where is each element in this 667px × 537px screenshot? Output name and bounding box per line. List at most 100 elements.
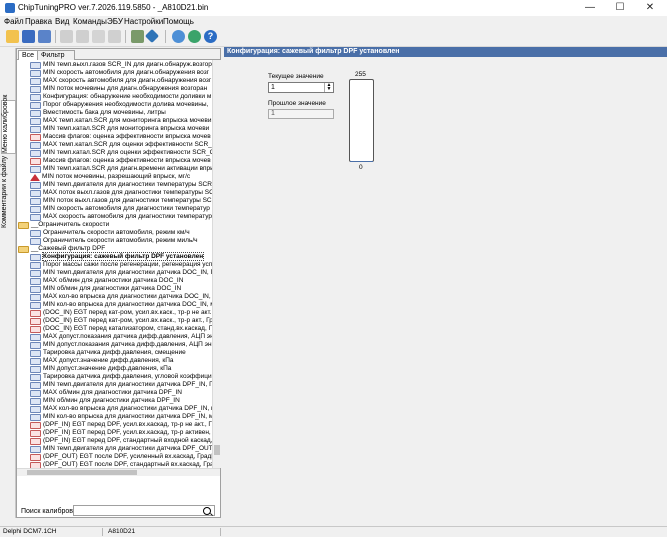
tree-item-label: MAX кол-во впрыска для диагностики датчи… [43, 405, 212, 412]
undo-icon[interactable] [60, 30, 73, 43]
tree-item[interactable]: MAX скорость автомобиля для диагностики … [30, 213, 212, 221]
tree-item[interactable]: (DPF_OUT) EGT после DPF, усиленный вх.ка… [30, 453, 212, 461]
tree-item[interactable]: Порог обнаружения необходимости долива м… [30, 101, 208, 109]
scrollbar-thumb[interactable] [214, 445, 220, 455]
tree-item[interactable]: (DOC_IN) EGT перед кат-ром, усил.вх.каск… [30, 309, 212, 317]
numeric-param-icon [30, 406, 41, 413]
refresh-icon[interactable] [188, 30, 201, 43]
tree-item[interactable]: MIN скорость автомобиля для диагн.обнару… [30, 69, 209, 77]
tree-item[interactable]: MIN темп.двигателя для диагностики темпе… [30, 181, 212, 189]
tree-item[interactable]: MIN темп.выхл.газов SCR_IN для диагн.обн… [30, 61, 212, 69]
tree-item[interactable]: Порог массы сажи после регенерации, реге… [30, 261, 212, 269]
tree-item[interactable]: MIN темп.катал.SCR для мониторинга впрыс… [30, 125, 209, 133]
tree-item[interactable]: MIN темп.катал.SCR для диагн.времени акт… [30, 165, 212, 173]
previous-value-field: 1 [268, 109, 334, 119]
tab-all[interactable]: Все [18, 50, 38, 60]
menu-help[interactable]: Помощь [163, 16, 194, 27]
tree-item[interactable]: (DPF_IN) EGT перед DPF, усил.вх.каскад, … [30, 421, 212, 429]
close-button[interactable]: ✕ [635, 0, 665, 16]
tab-filter[interactable]: Фильтр [37, 50, 75, 60]
menu-commands[interactable]: Команды [73, 16, 107, 27]
tree-item[interactable]: (DPF_OUT) EGT после DPF, стандартный вх.… [30, 461, 212, 468]
tree-folder[interactable]: __Ограничитель скорости [18, 221, 109, 229]
tree-item[interactable]: Ограничитель скорости автомобиля, режим … [30, 229, 190, 237]
tree-item[interactable]: MIN поток мочевины для диагн.обнаружения… [30, 85, 207, 93]
menu-edit[interactable]: Правка [25, 16, 52, 27]
tree-item[interactable]: (DOC_IN) EGT перед катализатором, станд.… [30, 325, 212, 333]
tree-item[interactable]: MIN темп.двигателя для диагностики датчи… [30, 269, 212, 277]
tree-item[interactable]: MIN поток выхл.газов для диагностики тем… [30, 197, 212, 205]
tree-item[interactable]: MAX темп.катал.SCR для мониторинга впрыс… [30, 117, 211, 125]
maximize-button[interactable]: ☐ [605, 0, 635, 16]
tree-item[interactable]: MIN поток мочевины, разрешающий впрыск, … [30, 173, 190, 181]
help-icon[interactable]: ? [204, 30, 217, 43]
tree-item-label: (DPF_OUT) EGT после DPF, усиленный вх.ка… [43, 453, 212, 460]
tree-item[interactable]: MIN об/мин для диагностики датчика DOC_I… [30, 285, 181, 293]
tree-item[interactable]: MIN темп.двигателя для диагностики датчи… [30, 445, 212, 453]
tree-item[interactable]: Конфигурация: сажевый фильтр DPF установ… [30, 253, 203, 261]
tree-item[interactable]: MAX скорость автомобиля для диагн.обнару… [30, 77, 211, 85]
side-tab-strip: Меню калибровок Комментарии к файлу [0, 48, 16, 518]
open-folder-icon[interactable] [6, 30, 19, 43]
tree-item-label: MIN темп.катал.SCR для оценки эффективно… [43, 149, 212, 156]
calibration-tree[interactable]: MIN темп.выхл.газов SCR_IN для диагн.обн… [17, 60, 212, 468]
tree-item[interactable]: Массив флагов: оценка эффективности впры… [30, 157, 211, 165]
tree-item[interactable]: MIN скорость автомобиля для диагностики … [30, 205, 210, 213]
tree-item[interactable]: MAX кол-во впрыска для диагностики датчи… [30, 293, 212, 301]
tree-item[interactable]: MAX об/мин для диагностики датчика DOC_I… [30, 277, 183, 285]
tree-item[interactable]: (DPF_IN) EGT перед DPF, стандартный вход… [30, 437, 212, 445]
tree-item[interactable]: Конфигурация: обнаружение необходимости … [30, 93, 211, 101]
current-value-stepper[interactable]: 1 ▲ ▼ [268, 82, 334, 93]
tab-file-comments[interactable]: Комментарии к файлу [1, 156, 14, 228]
tab-calibrations-menu[interactable]: Меню калибровок [1, 100, 16, 154]
minimize-button[interactable]: — [575, 0, 605, 16]
status-separator [220, 528, 221, 536]
previous-value: 1 [271, 110, 275, 117]
tree-item[interactable]: MIN допуст.показания датчика дифф.давлен… [30, 341, 212, 349]
stepper-buttons[interactable]: ▲ ▼ [324, 83, 333, 92]
tree-item[interactable]: Ограничитель скорости автомобиля, режим … [30, 237, 198, 245]
tree-vertical-scrollbar[interactable] [212, 60, 221, 468]
copy-icon[interactable] [76, 30, 89, 43]
tree-item[interactable]: MAX поток выхл.газов для диагностики тем… [30, 189, 212, 197]
tree-item[interactable]: (DOC_IN) EGT перед кат-ром, усил.вх.каск… [30, 317, 212, 325]
menu-view[interactable]: Вид [55, 16, 69, 27]
tree-item[interactable]: MAX темп.катал.SCR для оценки эффективно… [30, 141, 212, 149]
tree-item-label: (DPF_IN) EGT перед DPF, стандартный вход… [43, 437, 212, 444]
numeric-param-icon [30, 150, 41, 157]
tree-folder[interactable]: __Сажевый фильтр DPF [18, 245, 105, 253]
tree-item[interactable]: MIN темп.двигателя для диагностики датчи… [30, 381, 212, 389]
stepper-down-icon[interactable]: ▼ [325, 87, 333, 91]
search-input[interactable] [73, 505, 215, 516]
menu-file[interactable]: Файл [4, 16, 24, 27]
tree-item[interactable]: MAX допуст.значение дифф.давления, кПа [30, 357, 174, 365]
tree-item[interactable]: MIN кол-во впрыска для диагностики датчи… [30, 413, 212, 421]
tree-item[interactable]: MIN кол-во впрыска для диагностики датчи… [30, 301, 212, 309]
menu-ecu[interactable]: ЭБУ [107, 16, 123, 27]
search-icon[interactable] [172, 30, 185, 43]
tree-item[interactable]: Тарировка датчика дифф.давления, угловой… [30, 373, 212, 381]
tree-item[interactable]: MAX кол-во впрыска для диагностики датчи… [30, 405, 212, 413]
tree-item[interactable]: MIN об/мин для диагностики датчика DPF_I… [30, 397, 180, 405]
value-gauge [349, 79, 374, 162]
scrollbar-thumb[interactable] [27, 470, 137, 475]
tree-item[interactable]: Вместимость бака для мочевины, литры [30, 109, 166, 117]
menu-settings[interactable]: Настройки [124, 16, 163, 27]
diamond-icon[interactable] [145, 29, 159, 43]
save-as-icon[interactable] [38, 30, 51, 43]
tree-item[interactable]: Тарировка датчика дифф.давления, смещени… [30, 349, 186, 357]
paste-icon[interactable] [92, 30, 105, 43]
tree-item[interactable]: MIN темп.катал.SCR для оценки эффективно… [30, 149, 212, 157]
tree-item-label: MIN об/мин для диагностики датчика DOC_I… [43, 285, 181, 292]
tree-item[interactable]: Массив флагов: оценка эффективности впры… [30, 133, 211, 141]
tree-item[interactable]: MAX допуст.показания датчика дифф.давлен… [30, 333, 212, 341]
tree-item[interactable]: (DPF_IN) EGT перед DPF, усил.вх.каскад, … [30, 429, 211, 437]
chip-icon[interactable] [131, 30, 144, 43]
tree-item[interactable]: MAX об/мин для диагностики датчика DPF_I… [30, 389, 182, 397]
save-icon[interactable] [22, 30, 35, 43]
tree-item[interactable]: MIN допуст.значение дифф.давления, кПа [30, 365, 171, 373]
search-icon[interactable] [203, 507, 211, 515]
tree-item-label: __Ограничитель скорости [31, 221, 109, 228]
compare-icon[interactable] [108, 30, 121, 43]
tree-horizontal-scrollbar[interactable] [17, 468, 220, 476]
